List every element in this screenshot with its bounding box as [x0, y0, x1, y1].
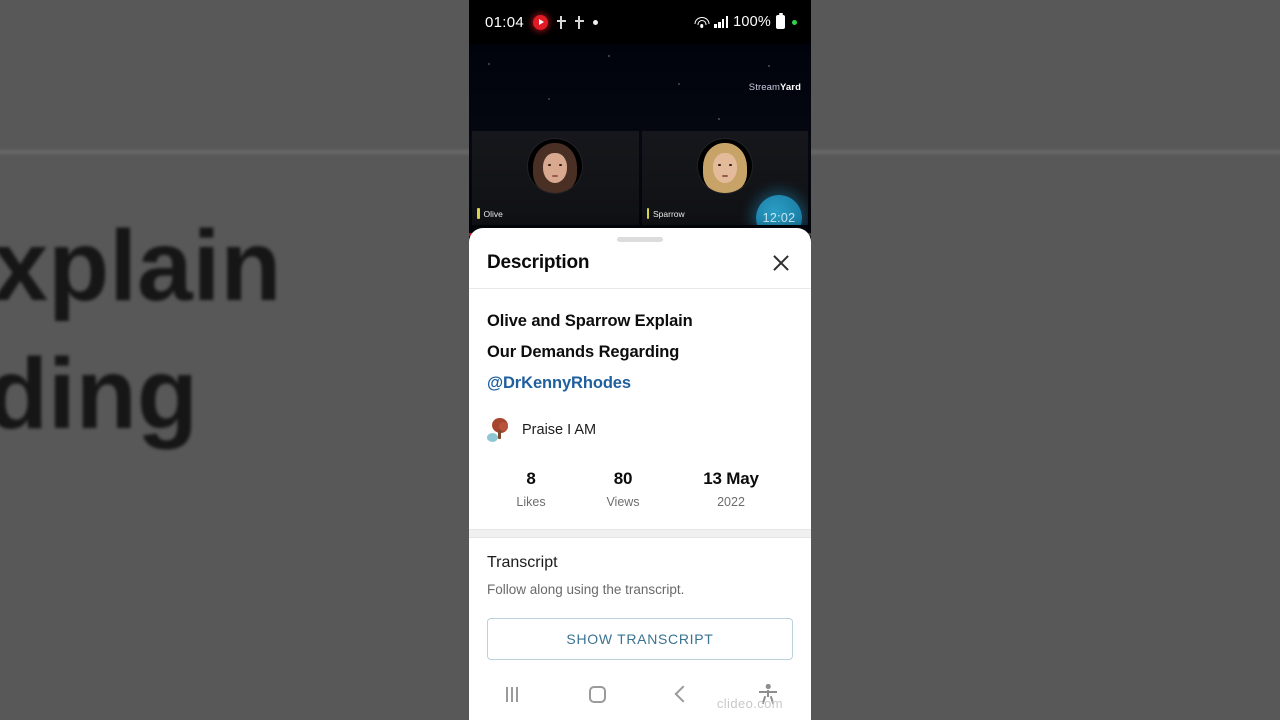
channel-avatar-tree-icon — [487, 417, 511, 443]
sheet-body: Olive and Sparrow Explain Our Demands Re… — [469, 289, 811, 529]
video-title-line2: Our Demands Regarding — [487, 343, 680, 362]
participant-tiles: Olive Sparrow 12:02 — [469, 131, 811, 225]
video-title: Olive and Sparrow Explain Our Demands Re… — [487, 306, 793, 399]
green-dot-icon — [792, 19, 797, 25]
stat-value: 13 May — [703, 469, 759, 489]
android-nav-bar: clideo.com — [469, 668, 811, 720]
signal-icon — [714, 16, 729, 28]
participant-name-badge: Sparrow — [646, 208, 685, 219]
participant-name: Olive — [483, 208, 503, 219]
stat-value: 80 — [613, 469, 633, 489]
transcript-heading: Transcript — [487, 554, 558, 572]
avatar — [697, 139, 752, 193]
status-bar-right: 100% — [694, 14, 797, 30]
video-stats: 8 Likes 80 Views 13 May 2022 — [487, 469, 793, 529]
stat-label: Views — [606, 495, 640, 510]
elapsed-time-badge: 12:02 — [756, 195, 802, 225]
channel-name: Praise I AM — [522, 422, 597, 439]
status-clock: 01:04 — [485, 13, 525, 31]
stat-views: 80 Views — [575, 469, 671, 509]
microphone-mute-icon-2 — [575, 15, 585, 29]
microphone-mute-icon — [557, 15, 567, 29]
transcript-section: Transcript Follow along using the transc… — [469, 538, 811, 661]
stat-value: 8 — [526, 469, 536, 489]
streamyard-logo-bold: Yard — [780, 82, 801, 93]
audio-level-icon — [646, 208, 649, 219]
participant-name-badge: Olive — [477, 208, 503, 219]
wifi-icon — [694, 16, 710, 28]
home-icon[interactable] — [574, 678, 620, 710]
phone-screen: 01:04 100% StreamYard Olive Sparrow 12:0… — [469, 0, 811, 720]
audio-level-icon — [477, 208, 480, 219]
battery-icon — [776, 15, 785, 29]
stat-label: 2022 — [717, 495, 745, 510]
avatar — [528, 139, 583, 193]
status-bar: 01:04 100% — [469, 0, 811, 44]
streamyard-logo: StreamYard — [749, 82, 801, 93]
accessibility-icon[interactable] — [745, 678, 791, 710]
participant-tile-sparrow[interactable]: Sparrow 12:02 — [641, 131, 808, 225]
description-bottom-sheet: Description Olive and Sparrow Explain Ou… — [469, 228, 811, 720]
section-divider — [469, 529, 811, 539]
record-icon — [533, 14, 549, 30]
participant-tile-olive[interactable]: Olive — [472, 131, 639, 225]
sheet-header: Description — [469, 242, 811, 289]
video-title-line1: Olive and Sparrow Explain — [487, 312, 693, 330]
recent-apps-icon[interactable] — [489, 678, 535, 710]
page-title: Description — [487, 252, 590, 273]
status-bar-left: 01:04 — [485, 13, 599, 31]
dot-icon — [593, 19, 599, 25]
video-handle-link[interactable]: @DrKennyRhodes — [487, 368, 793, 399]
video-stage[interactable]: StreamYard Olive Sparrow 12:02 — [469, 44, 811, 236]
stat-date: 13 May 2022 — [671, 469, 791, 509]
close-icon[interactable] — [769, 251, 793, 275]
streamyard-logo-light: Stream — [748, 82, 780, 93]
back-icon[interactable] — [660, 678, 706, 710]
transcript-subtitle: Follow along using the transcript. — [487, 582, 685, 598]
channel-row[interactable]: Praise I AM — [487, 417, 793, 443]
stat-likes: 8 Likes — [487, 469, 575, 509]
show-transcript-button[interactable]: SHOW TRANSCRIPT — [487, 618, 793, 661]
battery-percent-label: 100% — [733, 14, 771, 30]
participant-name: Sparrow — [653, 208, 685, 219]
stat-label: Likes — [516, 495, 546, 510]
